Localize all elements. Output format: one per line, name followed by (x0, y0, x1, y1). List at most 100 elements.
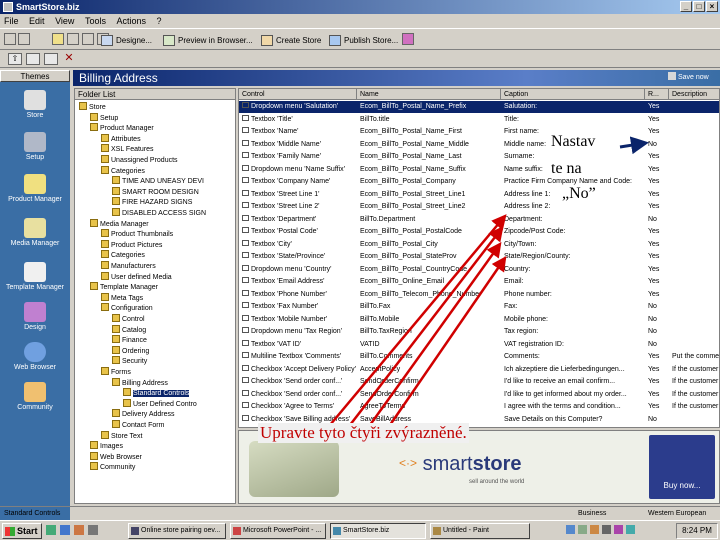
tree-item[interactable]: User Defined Contro (123, 398, 197, 409)
menu-edit[interactable]: Edit (25, 14, 49, 28)
tray-icon[interactable] (602, 525, 611, 534)
table-row[interactable]: Dropdown menu 'Country' Ecom_BillTo_Posta… (239, 264, 719, 276)
tree-item[interactable]: Product Manager (90, 123, 154, 133)
table-row[interactable]: Textbox 'City' Ecom_BillTo_Postal_City Cit… (239, 239, 719, 251)
table-row[interactable]: Textbox 'Fax Number' BillTo.Fax Fax: No (239, 301, 719, 313)
task-paint[interactable]: Untitled - Paint (430, 523, 530, 539)
table-row[interactable]: Textbox 'State/Province' Ecom_BillTo_Post… (239, 251, 719, 263)
table-row[interactable]: Multiline Textbox 'Comments' BillTo.Comme… (239, 351, 719, 363)
sidebar-item-media-manager[interactable]: Media Manager (0, 218, 70, 247)
tray-icon[interactable] (590, 525, 599, 534)
table-row[interactable]: Textbox 'Phone Number' Ecom_BillTo_Teleco… (239, 289, 719, 301)
table-row[interactable]: Dropdown menu 'Name Suffix' Ecom_BillTo_P… (239, 164, 719, 176)
col-control-header[interactable]: Control (239, 89, 357, 100)
sidebar-item-web-browser[interactable]: Web Browser (0, 342, 70, 371)
quick-launch-icon[interactable] (60, 525, 70, 535)
start-button[interactable]: Start (2, 523, 42, 539)
up-arrow-icon[interactable]: ⇧ (8, 53, 22, 65)
help-button[interactable] (402, 33, 414, 48)
col-caption-header[interactable]: Caption (501, 89, 645, 100)
tray-icon[interactable] (578, 525, 587, 534)
tree-item[interactable]: Delivery Address (112, 409, 175, 419)
buy-now-button[interactable]: Buy now... (649, 435, 715, 499)
table-row[interactable]: Dropdown menu 'Salutation' Ecom_BillTo_Po… (239, 101, 719, 113)
tree-item[interactable]: XSL Features (101, 144, 154, 154)
menu-view[interactable]: View (51, 14, 78, 28)
table-row[interactable]: Textbox 'Name' Ecom_BillTo_Postal_Name_Fi… (239, 126, 719, 138)
tray-icon[interactable] (626, 525, 635, 534)
tree-item[interactable]: Control (112, 314, 145, 324)
tree-item[interactable]: Billing Address (112, 377, 168, 388)
table-row[interactable]: Checkbox 'Send order conf...' SendOrderCo… (239, 376, 719, 388)
tray-icon[interactable] (566, 525, 575, 534)
col-description-header[interactable]: Description (669, 89, 719, 100)
tree-item[interactable]: Unassigned Products (101, 155, 178, 165)
new-icon[interactable] (67, 33, 79, 45)
table-row[interactable]: Textbox 'Postal Code' Ecom_BillTo_Postal_… (239, 226, 719, 238)
close-button[interactable]: × (706, 1, 718, 12)
forward-icon[interactable] (18, 33, 30, 45)
sidebar-item-setup[interactable]: Setup (0, 132, 70, 161)
table-row[interactable]: Textbox 'Middle Name' Ecom_BillTo_Postal_… (239, 139, 719, 151)
tree-item[interactable]: Categories (101, 165, 145, 176)
copy-icon[interactable] (82, 33, 94, 45)
table-row[interactable]: Textbox 'Family Name' Ecom_BillTo_Postal_… (239, 151, 719, 163)
table-row[interactable]: Textbox 'Department' BillTo.Department Dep… (239, 214, 719, 226)
table-row[interactable]: Checkbox 'Send order conf...' SendOrderCo… (239, 389, 719, 401)
tree-item[interactable]: User defined Media (101, 271, 172, 282)
table-row[interactable]: Textbox 'Mobile Number' BillTo.Mobile Mobi… (239, 314, 719, 326)
tree-item[interactable]: Product Thumbnails (101, 229, 173, 239)
delete-icon[interactable]: ✕ (62, 53, 76, 65)
preview-button[interactable]: Preview in Browser... (162, 33, 253, 48)
table-row[interactable]: Checkbox 'Accept Delivery Policy' AcceptP… (239, 364, 719, 376)
create-store-button[interactable]: Create Store (260, 33, 321, 48)
tree-item[interactable]: Contact Form (112, 420, 164, 430)
folder-icon[interactable] (26, 53, 40, 65)
col-required-header[interactable]: R... (645, 89, 669, 100)
quick-launch-icon[interactable] (46, 525, 56, 535)
tree-item[interactable]: Forms (101, 367, 131, 377)
sidebar-item-template-manager[interactable]: Template Manager (0, 262, 70, 291)
table-row[interactable]: Textbox 'Street Line 1' Ecom_BillTo_Posta… (239, 189, 719, 201)
quick-launch-icon[interactable] (74, 525, 84, 535)
tree-item[interactable]: Media Manager (90, 218, 149, 229)
sidebar-item-community[interactable]: Community (0, 382, 70, 411)
tree-item[interactable]: Template Manager (90, 282, 158, 292)
menu-tools[interactable]: Tools (81, 14, 110, 28)
tree-item[interactable]: Catalog (112, 324, 146, 335)
tree-item[interactable]: Configuration (101, 303, 153, 313)
tree-item[interactable]: Community (90, 462, 135, 472)
minimize-button[interactable]: _ (680, 1, 692, 12)
tree-item[interactable]: SMART ROOM DESIGN (112, 186, 199, 197)
table-row[interactable]: Textbox 'Company Name' Ecom_BillTo_Postal… (239, 176, 719, 188)
tree-item[interactable]: Meta Tags (101, 292, 143, 303)
grid-icon[interactable] (44, 53, 58, 65)
publish-store-button[interactable]: Publish Store... (328, 33, 398, 48)
quick-launch-icon[interactable] (88, 525, 98, 535)
sidebar-item-product-manager[interactable]: Product Manager (0, 174, 70, 203)
tree-item[interactable]: Setup (90, 112, 118, 123)
table-row[interactable]: Dropdown menu 'Tax Region' BillTo.TaxRegi… (239, 326, 719, 338)
table-row[interactable]: Textbox 'Email Address' Ecom_BillTo_Onlin… (239, 276, 719, 288)
tree-item[interactable]: Manufacturers (101, 261, 156, 271)
tree-item[interactable]: DISABLED ACCESS SIGN (112, 208, 206, 218)
back-icon[interactable] (4, 33, 16, 45)
col-name-header[interactable]: Name (357, 89, 501, 100)
tree-item[interactable]: TIME AND UNEASY DEVI (112, 176, 204, 186)
tree-item[interactable]: FIRE HAZARD SIGNS (112, 197, 192, 207)
table-row[interactable]: Textbox 'VAT ID' VATID VAT registration ID… (239, 339, 719, 351)
task-smartstore[interactable]: SmartStore.biz (330, 523, 426, 539)
tree-item[interactable]: Web Browser (90, 451, 142, 462)
tree-item[interactable]: Store Text (101, 430, 142, 441)
tree-item[interactable]: Standard Controls (123, 388, 190, 398)
designer-button[interactable]: Designe... (100, 33, 152, 48)
tree-item[interactable]: Images (90, 441, 123, 451)
menu-actions[interactable]: Actions (112, 14, 150, 28)
open-icon[interactable] (52, 33, 64, 45)
nav-buttons[interactable] (4, 33, 44, 48)
task-powerpoint[interactable]: Microsoft PowerPoint - ... (230, 523, 326, 539)
tree-item[interactable]: Store (79, 102, 106, 112)
table-row[interactable]: Textbox 'Title' BillTo.title Title: Yes (239, 114, 719, 126)
tree-item[interactable]: Categories (101, 250, 145, 260)
sidebar-item-store[interactable]: Store (0, 90, 70, 119)
